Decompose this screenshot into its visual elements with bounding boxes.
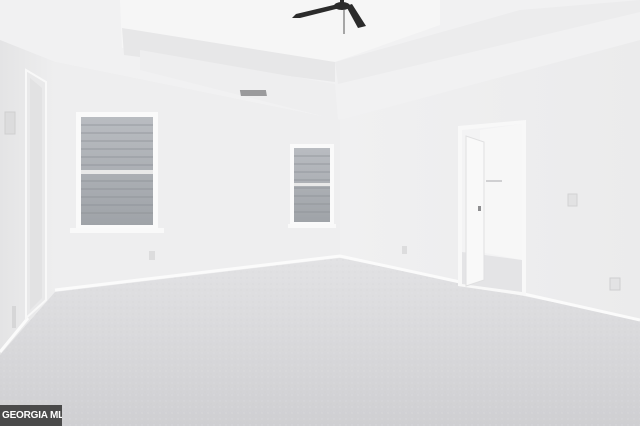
outlet-icon — [609, 277, 621, 291]
light-switch-icon — [567, 193, 578, 207]
outlet-icon — [12, 306, 16, 328]
light-switch-icon — [4, 111, 16, 135]
watermark-logo: GEORGIA MLS — [0, 405, 62, 426]
right-doorway — [458, 120, 526, 296]
open-door — [465, 135, 485, 287]
door-knob-icon — [478, 206, 481, 211]
outlet-icon — [149, 251, 155, 260]
ceiling-vent-icon — [239, 90, 267, 96]
outlet-icon — [402, 246, 407, 254]
right-window — [288, 144, 336, 228]
left-window — [70, 112, 164, 233]
room-photo — [0, 0, 640, 426]
